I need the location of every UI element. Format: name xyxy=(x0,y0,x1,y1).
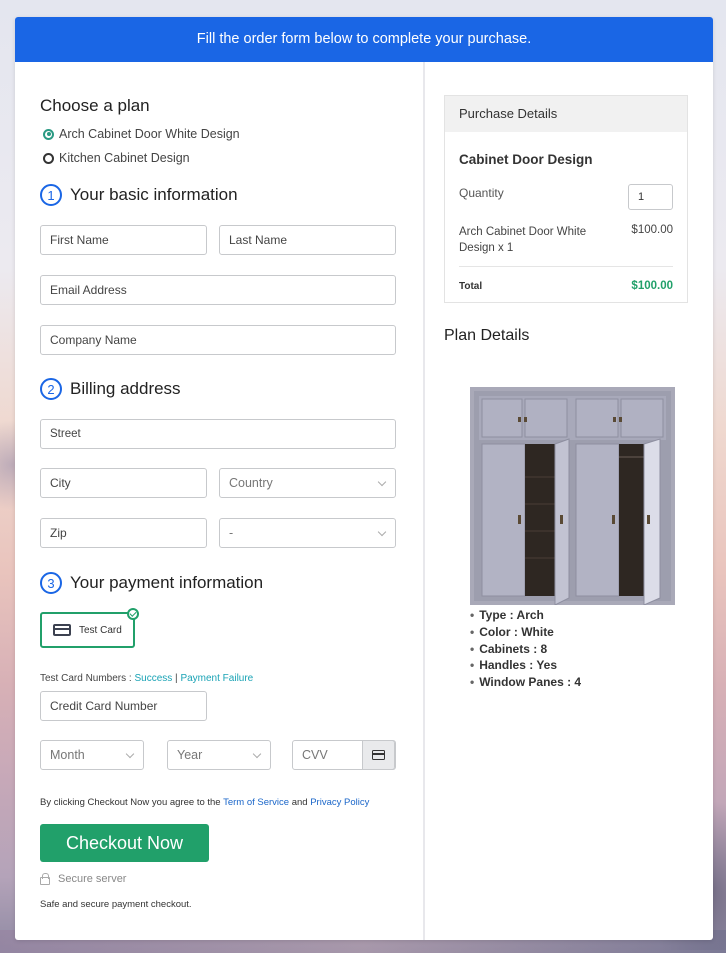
lock-icon xyxy=(40,873,50,885)
test-card-numbers: Test Card Numbers : Success | Payment Fa… xyxy=(40,673,253,684)
quantity-input[interactable]: 1 xyxy=(628,184,673,210)
plan-option-label: Arch Cabinet Door White Design xyxy=(59,127,240,141)
success-link[interactable]: Success xyxy=(134,673,172,684)
state-select-value: - xyxy=(229,526,234,540)
test-numbers-label: Test Card Numbers : xyxy=(40,673,135,684)
secure-server: Secure server xyxy=(40,873,126,885)
payment-heading: 3 Your payment information xyxy=(40,572,263,594)
step-number-icon: 2 xyxy=(40,378,62,400)
privacy-policy-link[interactable]: Privacy Policy xyxy=(310,797,369,808)
step-title: Billing address xyxy=(70,379,181,398)
plan-option-arch[interactable]: Arch Cabinet Door White Design xyxy=(43,127,240,141)
purchase-details-heading: Purchase Details xyxy=(445,96,687,132)
payment-failure-link[interactable]: Payment Failure xyxy=(180,673,253,684)
choose-plan-heading: Choose a plan xyxy=(40,96,150,115)
purchase-details: Purchase Details Cabinet Door Design Qua… xyxy=(444,95,688,303)
product-name: Cabinet Door Design xyxy=(459,152,593,167)
plan-features-list: Type : Arch Color : White Cabinets : 8 H… xyxy=(470,607,581,691)
country-select-value: Country xyxy=(229,476,273,490)
step-number-icon: 1 xyxy=(40,184,62,206)
feature-item: Type : Arch xyxy=(470,607,581,624)
test-card-method[interactable]: Test Card xyxy=(40,608,139,648)
credit-card-icon xyxy=(53,624,71,636)
feature-item: Handles : Yes xyxy=(470,657,581,674)
year-select[interactable]: Year xyxy=(167,740,271,770)
safe-checkout-text: Safe and secure payment checkout. xyxy=(40,899,192,910)
state-select[interactable]: - xyxy=(219,518,396,548)
step-title: Your payment information xyxy=(70,573,264,592)
year-select-value: Year xyxy=(177,748,203,762)
credit-card-icon xyxy=(372,750,385,760)
chevron-down-icon xyxy=(252,749,262,759)
country-select[interactable]: Country xyxy=(219,468,396,498)
cabinet-product-image xyxy=(470,387,675,605)
cvv-card-button[interactable] xyxy=(362,740,395,770)
terms-of-service-link[interactable]: Term of Service xyxy=(223,797,289,808)
test-card-label: Test Card xyxy=(79,624,122,636)
cvv-input[interactable]: CVV xyxy=(292,740,396,770)
last-name-input[interactable]: Last Name xyxy=(219,225,396,255)
plan-option-label: Kitchen Cabinet Design xyxy=(59,151,190,165)
line-item-label: Arch Cabinet Door White Design x 1 xyxy=(459,226,587,254)
street-input[interactable]: Street xyxy=(40,419,396,449)
terms-and: and xyxy=(289,797,311,808)
quantity-label: Quantity xyxy=(459,186,504,200)
basic-info-heading: 1 Your basic information xyxy=(40,184,238,206)
plan-details-heading: Plan Details xyxy=(444,327,530,344)
secure-server-label: Secure server xyxy=(58,873,127,885)
checkout-now-button[interactable]: Checkout Now xyxy=(40,824,209,862)
billing-heading: 2 Billing address xyxy=(40,378,181,400)
email-input[interactable]: Email Address xyxy=(40,275,396,305)
step-title: Your basic information xyxy=(70,185,238,204)
month-select-value: Month xyxy=(50,748,85,762)
terms-prefix: By clicking Checkout Now you agree to th… xyxy=(40,797,224,808)
feature-item: Color : White xyxy=(470,624,581,641)
plan-option-kitchen[interactable]: Kitchen Cabinet Design xyxy=(43,151,190,165)
chevron-down-icon xyxy=(125,749,135,759)
total-amount: $100.00 xyxy=(631,280,673,292)
order-form: Choose a plan Arch Cabinet Door White De… xyxy=(15,62,423,940)
summary-panel: Purchase Details Cabinet Door Design Qua… xyxy=(425,62,713,940)
city-input[interactable]: City xyxy=(40,468,207,498)
check-circle-icon xyxy=(127,608,139,620)
company-input[interactable]: Company Name xyxy=(40,325,396,355)
card-number-input[interactable]: Credit Card Number xyxy=(40,691,207,721)
cvv-placeholder: CVV xyxy=(302,748,328,762)
chevron-down-icon xyxy=(377,527,387,537)
radio-unchecked-icon[interactable] xyxy=(43,152,54,164)
chevron-down-icon xyxy=(377,477,387,487)
month-select[interactable]: Month xyxy=(40,740,144,770)
line-item-price: $100.00 xyxy=(631,224,673,236)
radio-checked-icon[interactable] xyxy=(43,128,54,140)
feature-item: Window Panes : 4 xyxy=(470,674,581,691)
zip-input[interactable]: Zip xyxy=(40,518,207,548)
total-label: Total xyxy=(459,281,483,292)
first-name-input[interactable]: First Name xyxy=(40,225,207,255)
feature-item: Cabinets : 8 xyxy=(470,641,581,658)
header-banner: Fill the order form below to complete yo… xyxy=(15,17,713,62)
terms-text: By clicking Checkout Now you agree to th… xyxy=(40,797,369,808)
divider xyxy=(459,266,673,267)
step-number-icon: 3 xyxy=(40,572,62,594)
order-form-card: Fill the order form below to complete yo… xyxy=(15,17,713,940)
